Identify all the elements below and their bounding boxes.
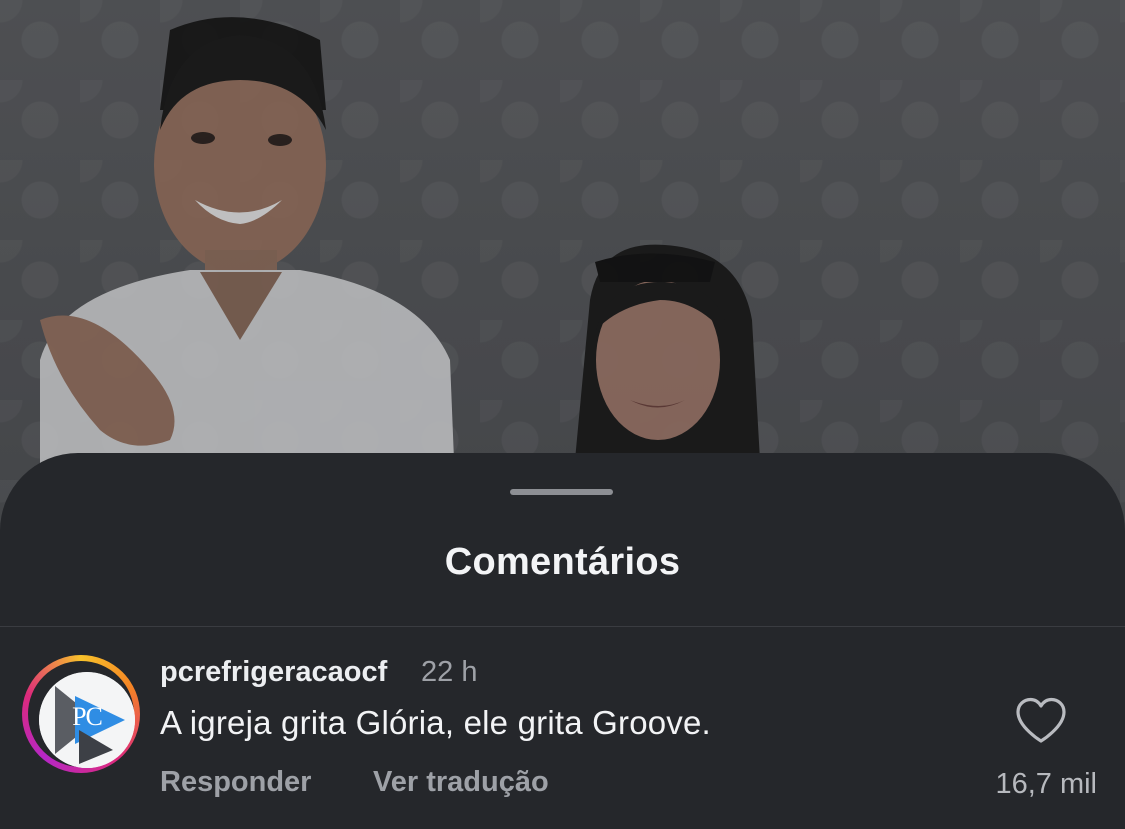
avatar-initials: PC (72, 702, 103, 731)
reel-comments-screen: Comentários PC pcrefrigeracaocf 22 h A i… (0, 0, 1125, 829)
heart-outline-icon[interactable] (1013, 696, 1069, 746)
comment-text: A igreja grita Glória, ele grita Groove. (160, 704, 711, 741)
header-divider (0, 626, 1125, 627)
reply-button[interactable]: Responder (160, 766, 311, 799)
sheet-grabber-handle[interactable] (510, 489, 613, 495)
avatar-story-ring[interactable]: PC (22, 655, 140, 773)
avatar: PC (39, 672, 135, 768)
sheet-title: Comentários (444, 541, 681, 583)
comment-timestamp: 22 h (421, 656, 478, 688)
comment-username[interactable]: pcrefrigeracaocf (160, 656, 387, 689)
see-translation-button[interactable]: Ver tradução (373, 766, 549, 799)
like-count: 16,7 mil (995, 768, 1097, 800)
